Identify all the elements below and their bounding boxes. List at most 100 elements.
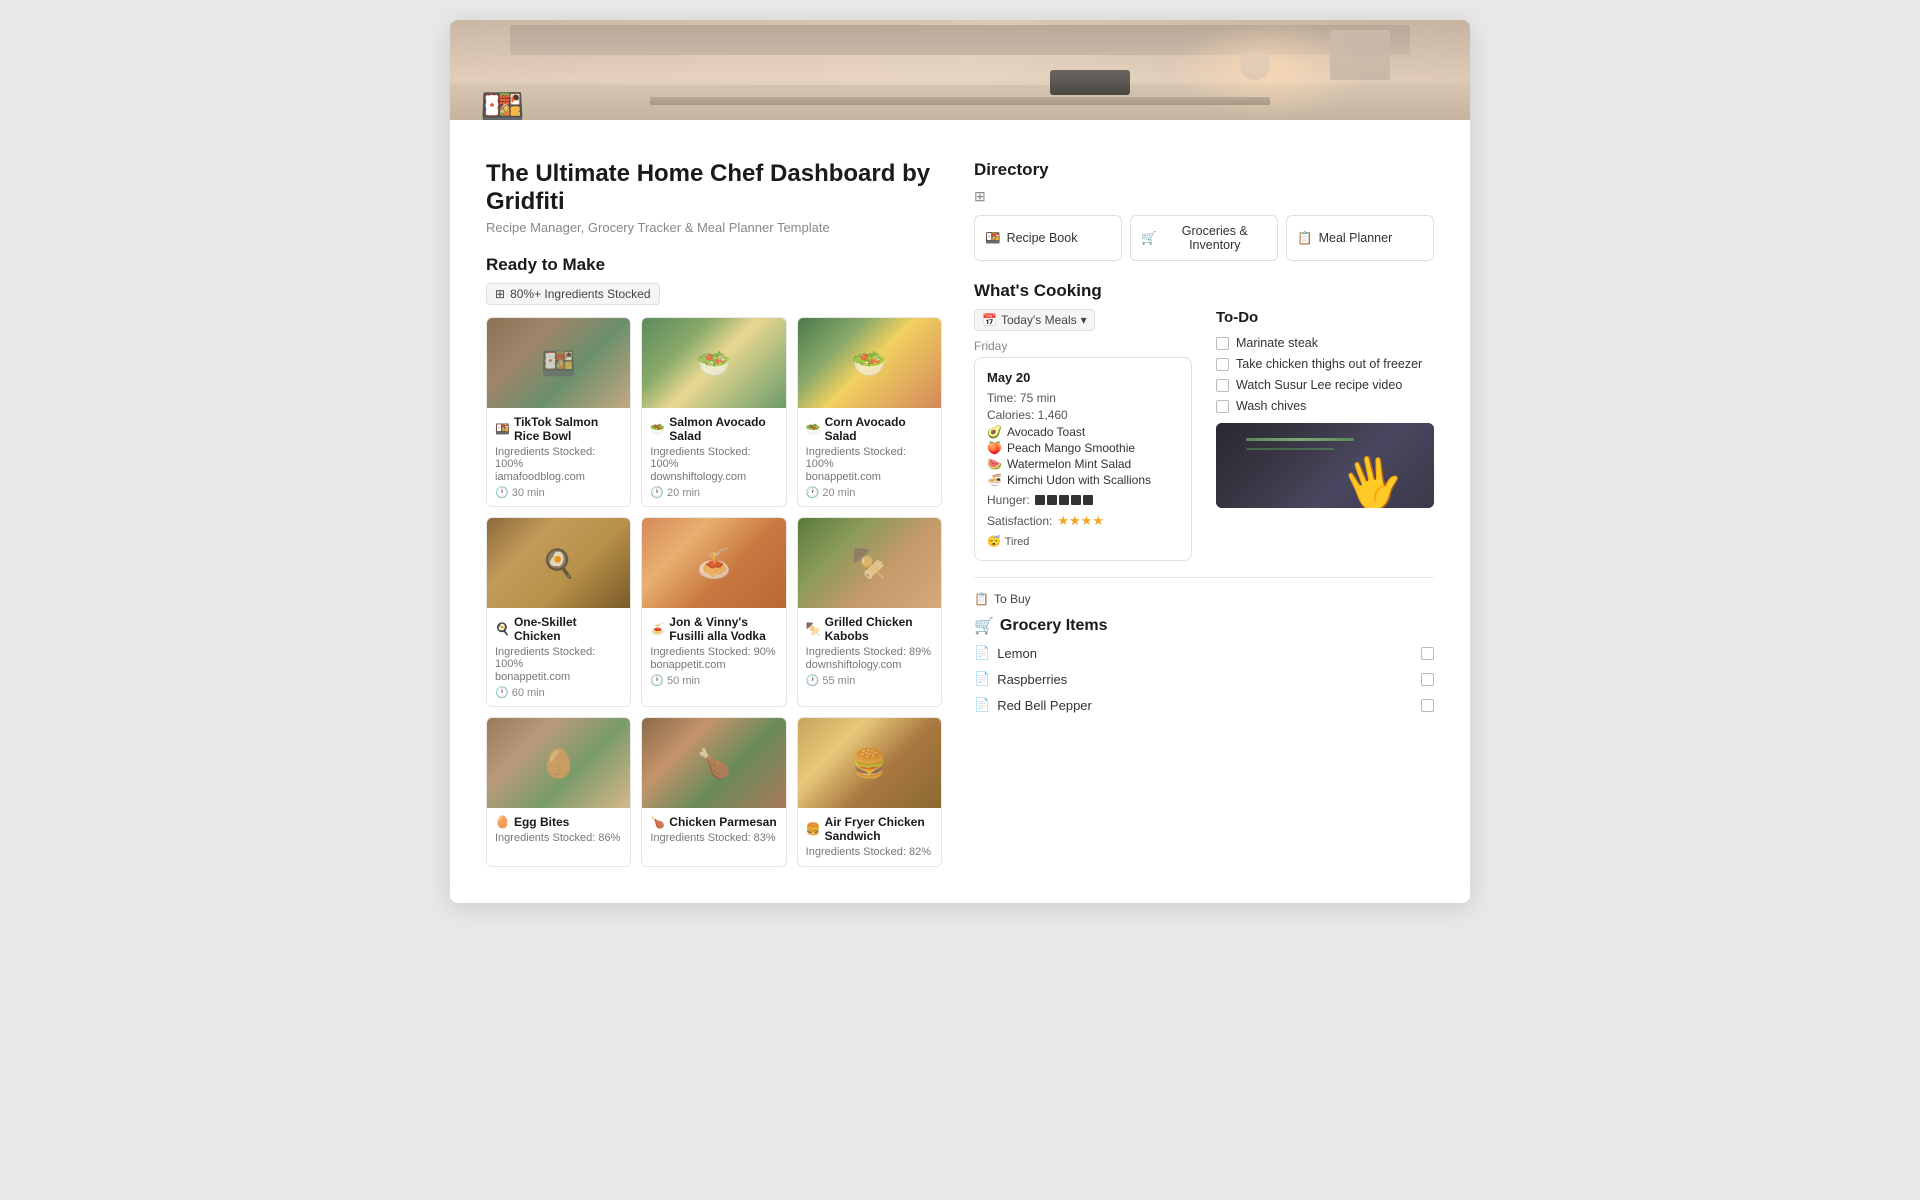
recipe-title-5: Grilled Chicken Kabobs [825,615,933,643]
energy-emoji: 😴 [987,535,1001,548]
to-buy-label[interactable]: 📋 To Buy [974,592,1434,606]
hunger-block-2 [1059,495,1069,505]
recipe-source-5: downshiftology.com [806,659,933,671]
grocery-checkbox-1[interactable] [1421,673,1434,686]
meal-item-name-3: Kimchi Udon with Scallions [1007,473,1151,487]
recipe-image-5: 🍢 [798,518,941,608]
todo-text-1: Take chicken thighs out of freezer [1236,357,1422,371]
page-subtitle: Recipe Manager, Grocery Tracker & Meal P… [486,220,942,235]
recipe-name-5: 🍢 Grilled Chicken Kabobs [806,615,933,643]
banner-kitchen-bg [450,20,1470,120]
todo-item-1[interactable]: Take chicken thighs out of freezer [1216,357,1434,371]
recipe-source-0: iamafoodblog.com [495,471,622,483]
recipe-info-0: 🍱 TikTok Salmon Rice Bowl Ingredients St… [487,408,630,506]
grocery-item-1[interactable]: 📄 Raspberries [974,666,1434,692]
satisfaction-label: Satisfaction: [987,514,1052,528]
whats-cooking-title: What's Cooking [974,281,1434,301]
recipe-emoji-0: 🍱 [495,422,510,436]
recipe-stocked-6: Ingredients Stocked: 86% [495,832,622,844]
recipe-info-4: 🍝 Jon & Vinny's Fusilli alla Vodka Ingre… [642,608,785,694]
recipe-stocked-1: Ingredients Stocked: 100% [650,446,777,470]
main-content: The Ultimate Home Chef Dashboard by Grid… [450,120,1470,903]
recipe-stocked-0: Ingredients Stocked: 100% [495,446,622,470]
satisfaction-stars: ★★★★ [1057,513,1104,529]
dir-btn-label-2: Meal Planner [1319,231,1393,245]
recipe-source-4: bonappetit.com [650,659,777,671]
meal-calories: Calories: 1,460 [987,408,1179,422]
todo-checkbox-1[interactable] [1216,358,1229,371]
todo-items-list: Marinate steak Take chicken thighs out of… [1216,336,1434,413]
recipe-card-7[interactable]: 🍗 🍗 Chicken Parmesan Ingredients Stocked… [641,717,786,867]
recipe-time-5: 🕐 55 min [806,674,933,687]
recipe-stocked-8: Ingredients Stocked: 82% [806,846,933,858]
recipe-info-7: 🍗 Chicken Parmesan Ingredients Stocked: … [642,808,785,852]
recipe-emoji-8: 🍔 [806,822,821,836]
hunger-block-4 [1083,495,1093,505]
hunger-block-1 [1047,495,1057,505]
energy-tag: 😴 Tired [987,535,1179,548]
todo-item-3[interactable]: Wash chives [1216,399,1434,413]
grocery-checkbox-2[interactable] [1421,699,1434,712]
recipe-card-8[interactable]: 🍔 🍔 Air Fryer Chicken Sandwich Ingredien… [797,717,942,867]
recipe-name-8: 🍔 Air Fryer Chicken Sandwich [806,815,933,843]
filter-icon: ⊞ [495,287,505,301]
recipe-source-3: bonappetit.com [495,671,622,683]
dir-btn-1[interactable]: 🛒Groceries & Inventory [1130,215,1278,261]
recipe-emoji-1: 🥗 [650,422,665,436]
recipe-card-0[interactable]: 🍱 🍱 TikTok Salmon Rice Bowl Ingredients … [486,317,631,507]
recipe-info-2: 🥗 Corn Avocado Salad Ingredients Stocked… [798,408,941,506]
recipe-time-3: 🕐 60 min [495,686,622,699]
recipe-name-4: 🍝 Jon & Vinny's Fusilli alla Vodka [650,615,777,643]
todo-image: 🖐️ [1216,423,1434,508]
recipe-info-6: 🥚 Egg Bites Ingredients Stocked: 86% [487,808,630,852]
todo-item-0[interactable]: Marinate steak [1216,336,1434,350]
recipe-card-6[interactable]: 🥚 🥚 Egg Bites Ingredients Stocked: 86% [486,717,631,867]
clock-icon-0: 🕐 [495,486,509,499]
todo-checkbox-3[interactable] [1216,400,1229,413]
banner-image: 🍱 [450,20,1470,120]
recipe-stocked-5: Ingredients Stocked: 89% [806,646,933,658]
todo-text-3: Wash chives [1236,399,1306,413]
recipe-card-2[interactable]: 🥗 🥗 Corn Avocado Salad Ingredients Stock… [797,317,942,507]
filter-badge[interactable]: ⊞ 80%+ Ingredients Stocked [486,283,660,305]
todo-checkbox-2[interactable] [1216,379,1229,392]
todo-item-2[interactable]: Watch Susur Lee recipe video [1216,378,1434,392]
recipe-card-1[interactable]: 🥗 🥗 Salmon Avocado Salad Ingredients Sto… [641,317,786,507]
recipe-image-7: 🍗 [642,718,785,808]
grocery-item-name-2: Red Bell Pepper [997,698,1092,713]
grocery-title-emoji: 🛒 [974,616,994,636]
recipe-stocked-2: Ingredients Stocked: 100% [806,446,933,470]
recipe-stocked-4: Ingredients Stocked: 90% [650,646,777,658]
meal-item-emoji-3: 🍜 [987,473,1002,487]
day-label: Friday [974,339,1192,353]
hunger-label: Hunger: [987,493,1030,507]
grocery-file-icon-1: 📄 [974,671,990,687]
meals-filter-icon: 📅 [982,313,997,327]
grocery-checkbox-0[interactable] [1421,647,1434,660]
to-buy-text: To Buy [994,592,1031,606]
meal-time: Time: 75 min [987,391,1179,405]
meals-filter[interactable]: 📅 Today's Meals ▾ [974,309,1095,331]
cooking-todo-row: 📅 Today's Meals ▾ Friday May 20 Time: 75… [974,309,1434,561]
grocery-item-name-0: Lemon [997,646,1037,661]
dir-btn-0[interactable]: 🍱 Recipe Book [974,215,1122,261]
grocery-file-icon-0: 📄 [974,645,990,661]
recipe-card-3[interactable]: 🍳 🍳 One-Skillet Chicken Ingredients Stoc… [486,517,631,707]
grocery-file-icon-2: 📄 [974,697,990,713]
meal-item-emoji-0: 🥑 [987,425,1002,439]
meal-item-2: 🍉Watermelon Mint Salad [987,457,1179,471]
grocery-item-0[interactable]: 📄 Lemon [974,640,1434,666]
recipe-card-5[interactable]: 🍢 🍢 Grilled Chicken Kabobs Ingredients S… [797,517,942,707]
dir-btn-label-0: Recipe Book [1007,231,1078,245]
cooking-left: 📅 Today's Meals ▾ Friday May 20 Time: 75… [974,309,1192,561]
dir-btn-emoji-2: 📋 [1297,231,1313,246]
recipe-emoji-4: 🍝 [650,622,665,636]
recipe-card-4[interactable]: 🍝 🍝 Jon & Vinny's Fusilli alla Vodka Ing… [641,517,786,707]
recipe-title-0: TikTok Salmon Rice Bowl [514,415,622,443]
todo-checkbox-0[interactable] [1216,337,1229,350]
dir-btn-emoji-0: 🍱 [985,231,1001,246]
recipe-info-8: 🍔 Air Fryer Chicken Sandwich Ingredients… [798,808,941,866]
recipe-time-2: 🕐 20 min [806,486,933,499]
dir-btn-2[interactable]: 📋 Meal Planner [1286,215,1434,261]
grocery-item-2[interactable]: 📄 Red Bell Pepper [974,692,1434,718]
